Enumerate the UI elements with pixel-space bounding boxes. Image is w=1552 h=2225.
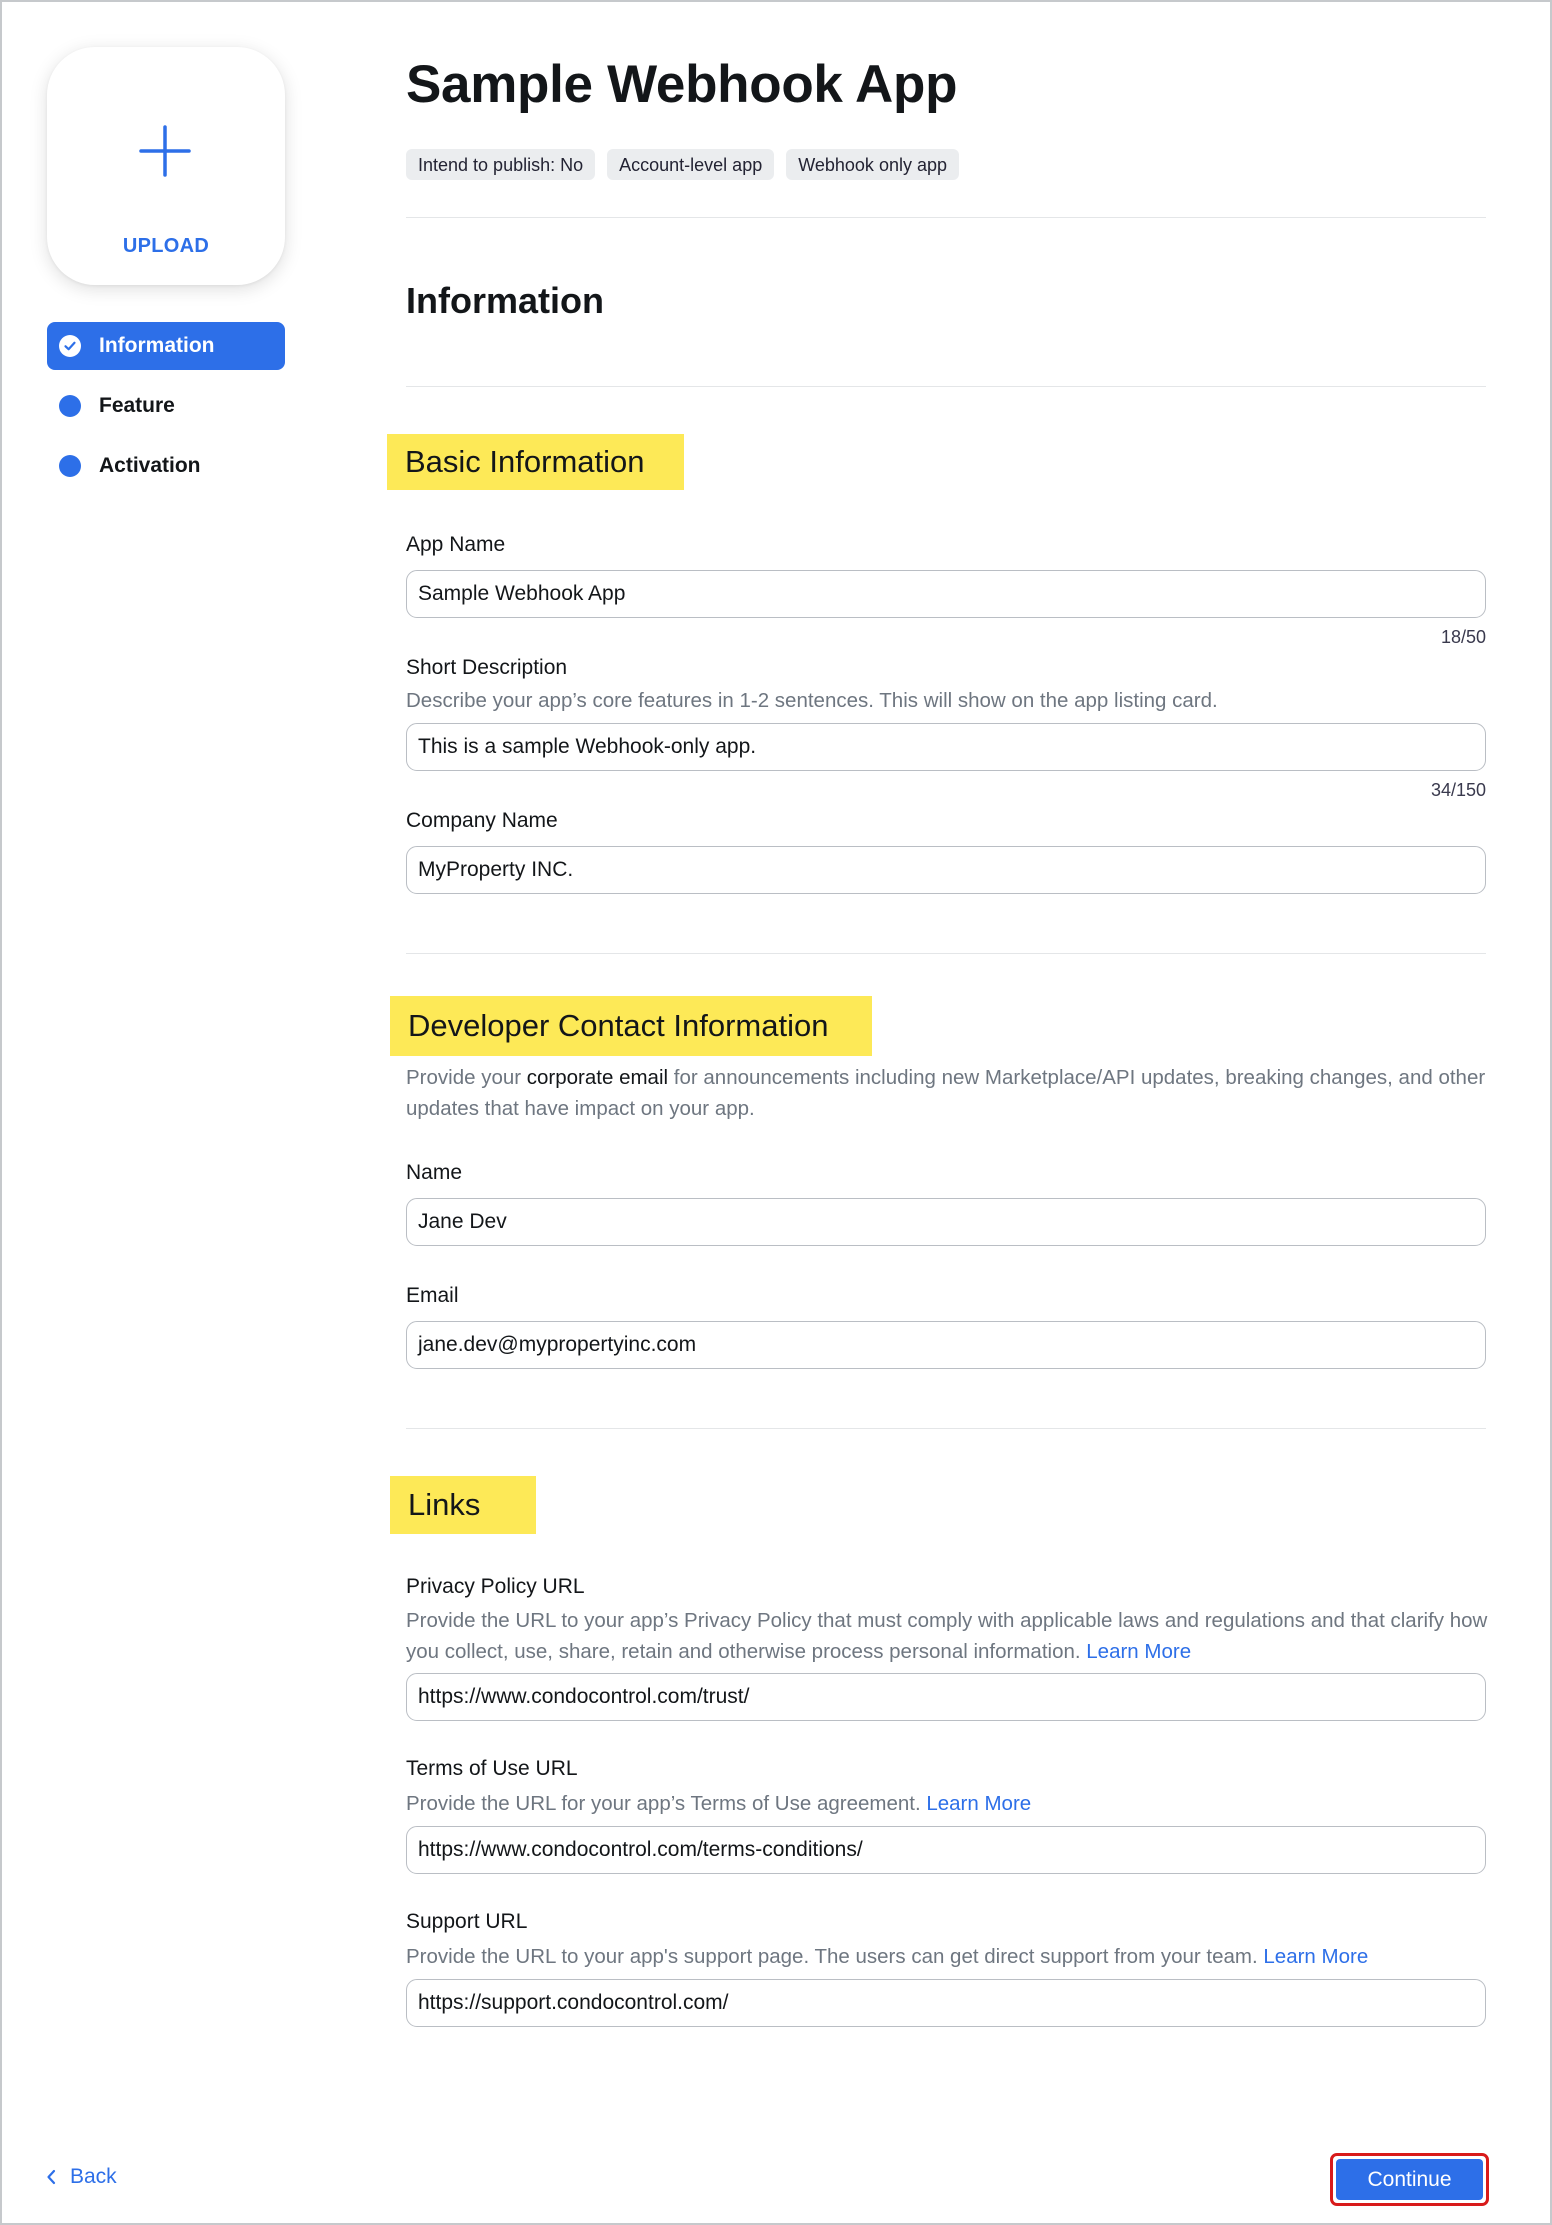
- upload-button[interactable]: UPLOAD: [47, 47, 285, 285]
- email-input[interactable]: jane.dev@mypropertyinc.com: [406, 1321, 1486, 1369]
- sidebar-item-label: Information: [99, 334, 215, 357]
- tag-webhook-only: Webhook only app: [786, 149, 959, 180]
- name-label: Name: [406, 1161, 463, 1184]
- step-dot-icon: [59, 455, 81, 477]
- short-description-help: Describe your app’s core features in 1-2…: [406, 689, 1218, 712]
- company-name-input[interactable]: MyProperty INC.: [406, 846, 1486, 894]
- short-description-label: Short Description: [406, 656, 568, 679]
- app-name-counter: 18/50: [1440, 627, 1486, 647]
- company-name-label: Company Name: [406, 809, 558, 832]
- tag-account-level: Account-level app: [607, 149, 775, 180]
- upload-label: UPLOAD: [122, 235, 210, 257]
- links-heading: Links: [390, 1476, 536, 1534]
- email-label: Email: [406, 1284, 459, 1307]
- privacy-policy-input[interactable]: https://www.condocontrol.com/trust/: [406, 1673, 1486, 1721]
- sidebar-item-label: Feature: [99, 394, 175, 417]
- chevron-left-icon: [47, 2169, 56, 2185]
- sidebar-item-feature[interactable]: Feature: [47, 382, 285, 430]
- support-url-help: Provide the URL to your app's support pa…: [406, 1945, 1369, 1968]
- support-url-input[interactable]: https://support.condocontrol.com/: [406, 1979, 1486, 2027]
- divider: [406, 953, 1486, 954]
- app-window: UPLOAD Information Feature Activation Sa…: [0, 0, 1552, 2225]
- sidebar-item-label: Activation: [99, 454, 201, 477]
- basic-information-heading: Basic Information: [387, 434, 684, 490]
- app-name-input[interactable]: Sample Webhook App: [406, 570, 1486, 618]
- back-label: Back: [70, 2165, 117, 2188]
- sidebar-nav: Information Feature Activation: [47, 322, 285, 502]
- plus-icon: [139, 125, 191, 177]
- app-tags: Intend to publish: No Account-level app …: [406, 149, 959, 180]
- tag-publish: Intend to publish: No: [406, 149, 596, 180]
- continue-button[interactable]: Continue: [1336, 2159, 1483, 2200]
- developer-contact-help: Provide your corporate email for announc…: [406, 1066, 1486, 1120]
- app-name-label: App Name: [406, 533, 506, 556]
- page-title: Sample Webhook App: [406, 55, 958, 114]
- terms-of-use-input[interactable]: https://www.condocontrol.com/terms-condi…: [406, 1826, 1486, 1874]
- terms-of-use-help: Provide the URL for your app’s Terms of …: [406, 1792, 1032, 1815]
- short-description-counter: 34/150: [1430, 780, 1486, 800]
- terms-learn-more-link[interactable]: Learn More: [926, 1792, 1031, 1815]
- continue-highlight: Continue: [1330, 2153, 1489, 2206]
- support-url-label: Support URL: [406, 1910, 528, 1933]
- corporate-email-emphasis: corporate email: [526, 1066, 669, 1089]
- developer-contact-heading: Developer Contact Information: [390, 996, 872, 1056]
- step-dot-icon: [59, 395, 81, 417]
- divider: [406, 217, 1486, 218]
- divider: [406, 386, 1486, 387]
- sidebar-item-information[interactable]: Information: [47, 322, 285, 370]
- sidebar-item-activation[interactable]: Activation: [47, 442, 285, 490]
- support-learn-more-link[interactable]: Learn More: [1263, 1945, 1368, 1968]
- short-description-input[interactable]: This is a sample Webhook-only app.: [406, 723, 1486, 771]
- section-title: Information: [406, 280, 604, 321]
- privacy-learn-more-link[interactable]: Learn More: [1086, 1640, 1191, 1663]
- privacy-policy-label: Privacy Policy URL: [406, 1575, 585, 1598]
- back-button[interactable]: Back: [46, 2165, 117, 2189]
- name-input[interactable]: Jane Dev: [406, 1198, 1486, 1246]
- privacy-policy-help: Provide the URL to your app’s Privacy Po…: [406, 1609, 1488, 1663]
- divider: [406, 1428, 1486, 1429]
- terms-of-use-label: Terms of Use URL: [406, 1757, 578, 1780]
- check-circle-icon: [59, 335, 81, 357]
